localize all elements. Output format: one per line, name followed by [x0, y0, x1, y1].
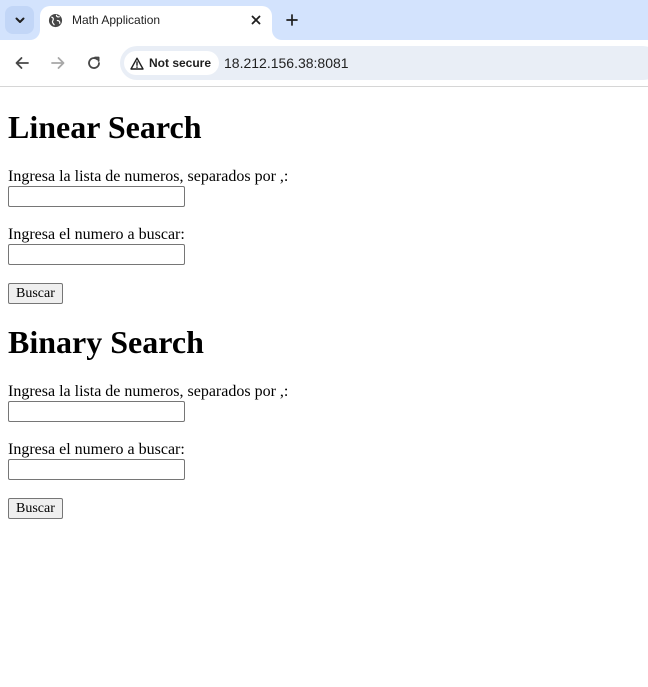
security-chip[interactable]: Not secure: [124, 51, 220, 75]
forward-button[interactable]: [46, 51, 70, 75]
linear-list-label: Ingresa la lista de numeros, separados p…: [8, 168, 289, 185]
linear-number-label: Ingresa el numero a buscar:: [8, 226, 185, 243]
binary-list-label: Ingresa la lista de numeros, separados p…: [8, 383, 289, 400]
linear-search-button[interactable]: Buscar: [8, 283, 63, 304]
arrow-left-icon: [15, 57, 29, 69]
reload-button[interactable]: [82, 51, 106, 75]
chevron-down-icon: [15, 17, 24, 23]
browser-tab[interactable]: Math Application: [40, 6, 272, 40]
close-icon: [251, 15, 261, 25]
security-label: Not secure: [149, 56, 212, 70]
binary-search-button[interactable]: Buscar: [8, 498, 63, 519]
plus-icon: [286, 14, 298, 26]
linear-list-input[interactable]: [8, 186, 185, 207]
globe-icon: [48, 13, 63, 28]
address-bar[interactable]: Not secure 18.212.156.38:8081: [120, 46, 648, 80]
page-content: Linear Search Ingresa la lista de numero…: [0, 87, 648, 687]
binary-search-section: Binary Search Ingresa la lista de numero…: [8, 324, 288, 519]
linear-search-section: Linear Search Ingresa la lista de numero…: [8, 109, 288, 304]
tab-title: Math Application: [72, 13, 161, 27]
url-text[interactable]: 18.212.156.38:8081: [224, 55, 349, 71]
linear-search-heading: Linear Search: [8, 109, 202, 145]
tab-close-button[interactable]: [248, 12, 264, 28]
linear-number-input[interactable]: [8, 244, 185, 265]
reload-icon: [88, 56, 100, 69]
binary-number-input[interactable]: [8, 459, 185, 480]
binary-list-input[interactable]: [8, 401, 185, 422]
binary-number-label: Ingresa el numero a buscar:: [8, 441, 185, 458]
binary-search-heading: Binary Search: [8, 324, 204, 360]
new-tab-button[interactable]: [282, 10, 302, 30]
warning-icon: [130, 57, 144, 70]
back-button[interactable]: [10, 51, 34, 75]
arrow-right-icon: [51, 57, 65, 69]
tab-strip: Math Application: [0, 0, 648, 40]
browser-toolbar: Not secure 18.212.156.38:8081: [0, 40, 648, 87]
